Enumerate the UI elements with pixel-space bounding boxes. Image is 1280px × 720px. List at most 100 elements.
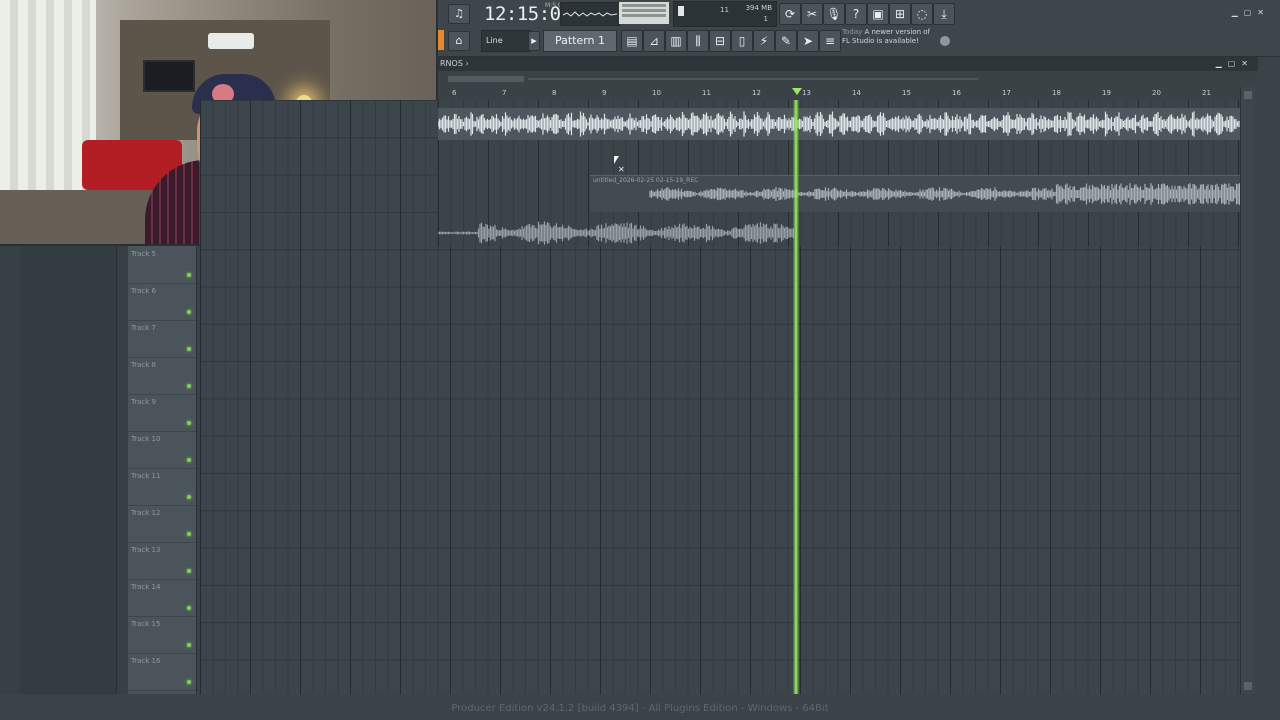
touch-controller-icon[interactable]: ✎: [775, 30, 797, 52]
undo-history-icon[interactable]: ⟳: [779, 3, 801, 25]
track-mute-led-icon[interactable]: [187, 643, 191, 647]
track-header[interactable]: Track 10: [128, 431, 196, 469]
chat-icon[interactable]: ◌: [911, 3, 933, 25]
snap-selector[interactable]: Line: [481, 30, 531, 52]
track-label: Track 10: [131, 435, 161, 443]
bar-number: 14: [852, 89, 861, 97]
track-header[interactable]: Track 12: [128, 505, 196, 543]
track-header[interactable]: Track 6: [128, 283, 196, 321]
bar-number: 10: [652, 89, 661, 97]
track-label: Track 7: [131, 324, 156, 332]
song-time-display[interactable]: 12:15:09: [484, 3, 572, 25]
track-label: Track 8: [131, 361, 156, 369]
download-icon[interactable]: ⤓: [933, 3, 955, 25]
track-mute-led-icon[interactable]: [187, 273, 191, 277]
bar-number: 9: [602, 89, 607, 97]
channel-rack-icon[interactable]: ▥: [665, 30, 687, 52]
track-mute-led-icon[interactable]: [187, 680, 191, 684]
tempo-tap-icon[interactable]: ♫: [448, 4, 470, 24]
status-bar-text: Producer Edition v24.1.2 [build 4394] - …: [451, 703, 829, 714]
scroll-down-icon[interactable]: [1244, 682, 1252, 690]
bar-number: 11: [702, 89, 711, 97]
track-label: Track 11: [131, 472, 161, 480]
midi-icon[interactable]: ⊞: [889, 3, 911, 25]
bar-number: 20: [1152, 89, 1161, 97]
window-controls[interactable]: ▁▢✕: [1232, 8, 1270, 17]
track-header[interactable]: Track 11: [128, 468, 196, 506]
browser-toggle-tab[interactable]: [438, 30, 444, 50]
pattern-selector[interactable]: Pattern 1: [543, 30, 617, 52]
waveform-path: [438, 221, 794, 245]
track-header[interactable]: Track 14: [128, 579, 196, 617]
picker-panel-list[interactable]: [20, 246, 117, 694]
bar-number: 6: [452, 89, 457, 97]
pattern-prev-icon[interactable]: ▸: [528, 31, 540, 51]
waveform-path: [438, 111, 1240, 137]
cpu-memory-panel: 11 394 MB 1: [673, 1, 777, 27]
track-header[interactable]: Track 15: [128, 616, 196, 654]
mixer-icon[interactable]: ⫼: [687, 30, 709, 52]
track-header[interactable]: Track 7: [128, 320, 196, 358]
update-line-2: FL Studio is available!: [842, 37, 919, 45]
audio-clip-vocal[interactable]: [438, 215, 794, 251]
audio-clip-beat[interactable]: [438, 108, 1240, 140]
peak-meter: [619, 2, 669, 24]
project-info-icon[interactable]: ≡: [819, 30, 841, 52]
track-mute-led-icon[interactable]: [187, 347, 191, 351]
globe-icon[interactable]: [940, 36, 950, 46]
bar-number: 15: [902, 89, 911, 97]
track-mute-led-icon[interactable]: [187, 606, 191, 610]
track-header[interactable]: Track 5: [128, 246, 196, 284]
playlist-title-bar[interactable]: RNOS ›: [438, 57, 1258, 71]
timeline-ruler[interactable]: 6 7 8 9 10 11 12 13 14 15 16 17 18 19 20…: [438, 87, 1240, 101]
scroll-track: [528, 78, 978, 80]
bar-number: 18: [1052, 89, 1061, 97]
track-label: Track 6: [131, 287, 156, 295]
playhead-line[interactable]: [793, 100, 799, 694]
snap-magnet-icon[interactable]: ⌂: [448, 31, 470, 51]
playlist-horizontal-scrollbar[interactable]: [438, 71, 1256, 87]
update-line-1: A newer version of: [864, 28, 930, 36]
piano-roll-icon[interactable]: ⊿: [643, 30, 665, 52]
track-mute-led-icon[interactable]: [187, 384, 191, 388]
bar-number: 8: [552, 89, 557, 97]
bar-number: 16: [952, 89, 961, 97]
song-position-marker[interactable]: [792, 88, 802, 95]
track-label: Track 12: [131, 509, 161, 517]
arrow-tool-icon[interactable]: ➤: [797, 30, 819, 52]
bar-number: 21: [1202, 89, 1211, 97]
track-mute-led-icon[interactable]: [187, 495, 191, 499]
track-mute-led-icon[interactable]: [187, 532, 191, 536]
ram-value: 394 MB: [745, 4, 772, 12]
record-audio-icon[interactable]: 🎙: [823, 3, 845, 25]
track-label: Track 16: [131, 657, 161, 665]
playlist-vertical-scrollbar[interactable]: [1240, 87, 1255, 694]
bar-number: 7: [502, 89, 507, 97]
cut-tools-icon[interactable]: ✂: [801, 3, 823, 25]
cpu-meter-bar: [678, 6, 684, 16]
track-mute-led-icon[interactable]: [187, 310, 191, 314]
bar-number: 12: [752, 89, 761, 97]
track-header[interactable]: Track 9: [128, 394, 196, 432]
track-header[interactable]: Track 13: [128, 542, 196, 580]
help-icon[interactable]: ?: [845, 3, 867, 25]
playlist-icon[interactable]: ▤: [621, 30, 643, 52]
track-label: Track 13: [131, 546, 161, 554]
track-header[interactable]: Track 8: [128, 357, 196, 395]
oscilloscope-waveform-icon: [562, 11, 618, 17]
update-notification[interactable]: Today A newer version of FL Studio is av…: [842, 28, 954, 52]
save-icon[interactable]: ▣: [867, 3, 889, 25]
playlist-window-controls[interactable]: ▁▢✕: [1216, 59, 1254, 68]
oscilloscope-display: [560, 2, 620, 26]
scroll-thumb[interactable]: [448, 76, 524, 82]
browser-icon[interactable]: ⊟: [709, 30, 731, 52]
plugin-database-icon[interactable]: ▯: [731, 30, 753, 52]
track-mute-led-icon[interactable]: [187, 569, 191, 573]
track-mute-led-icon[interactable]: [187, 421, 191, 425]
audio-clip-recording[interactable]: untitled_2026-02-25 02-15-19_REC: [590, 175, 1240, 212]
plugin-icon[interactable]: ⚡: [753, 30, 775, 52]
audio-clip-waveform: [438, 221, 794, 245]
scroll-up-icon[interactable]: [1244, 91, 1252, 99]
track-header[interactable]: Track 16: [128, 653, 196, 691]
track-mute-led-icon[interactable]: [187, 458, 191, 462]
